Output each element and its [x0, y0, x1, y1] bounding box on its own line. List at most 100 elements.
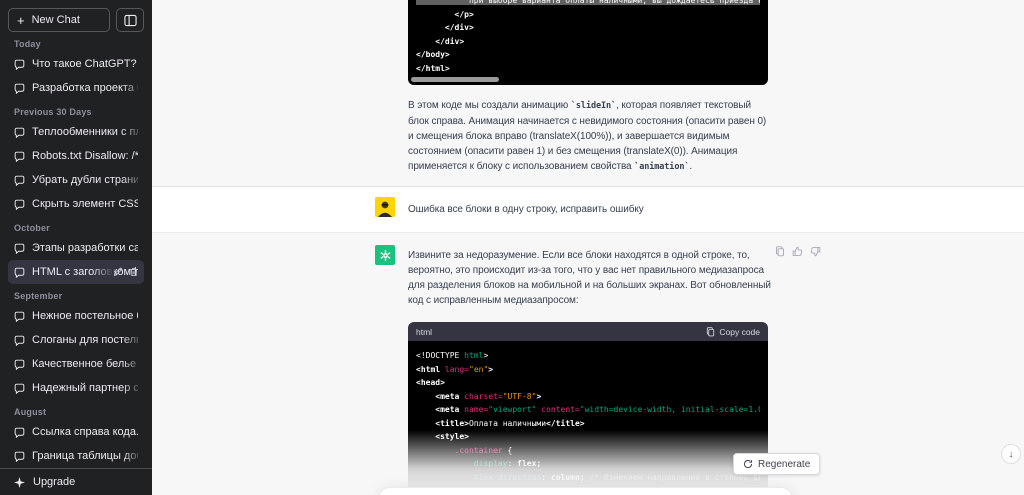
sidebar-history: Today Что такое ChatGPT? Разработка проект…: [8, 32, 144, 468]
user-photo: [375, 197, 395, 217]
sparkle-icon: [14, 476, 25, 488]
user-text: Ошибка все блоки в одну строку, исправит…: [408, 204, 644, 215]
token: name=: [459, 405, 489, 414]
text-fade: [122, 328, 144, 352]
sidebar-item[interactable]: Теплообменники с пластина: [8, 120, 144, 144]
token: `slideIn`: [570, 101, 617, 111]
chatgpt-avatar: [375, 245, 395, 265]
copy-icon[interactable]: [775, 246, 785, 257]
code-line: </p>: [416, 8, 760, 22]
edit-icon[interactable]: [113, 267, 123, 277]
sidebar-item[interactable]: Этапы разработки сайта: [8, 236, 144, 260]
copy-code-button[interactable]: Copy code: [706, 327, 760, 337]
sidebar-item[interactable]: Нежное постельное белье: [8, 304, 144, 328]
code-line: <html lang="en">: [416, 363, 760, 377]
assistant-paragraph-1: В этом коде мы создали анимацию `slideIn…: [408, 98, 774, 175]
text-fade: [122, 168, 144, 192]
text-fade: [122, 376, 144, 400]
sidebar-item[interactable]: Что такое ChatGPT?: [8, 52, 144, 76]
code-line: <!DOCTYPE html>: [416, 349, 760, 363]
copy-code-label: Copy code: [719, 326, 760, 337]
sidebar-item[interactable]: Скрыть элемент CSS: [8, 192, 144, 216]
code-line: <head>: [416, 376, 760, 390]
chat-bubble-icon: [14, 243, 25, 254]
code-line: <meta charset="UTF-8">: [416, 390, 760, 404]
code-line: при выборе варианта оплаты наличными, вы…: [416, 0, 760, 8]
chat-title: Что такое ChatGPT?: [32, 58, 137, 70]
token: Извините за недоразумение. Если все блок…: [408, 250, 771, 306]
section-label: September: [14, 291, 63, 301]
token: "UTF-8": [502, 391, 537, 401]
code-block-header: html Copy code: [408, 322, 768, 341]
sidebar-item[interactable]: Слоганы для постельного бе: [8, 328, 144, 352]
section-label: October: [14, 223, 50, 233]
token: lang=: [440, 364, 469, 374]
chat-bubble-icon: [14, 267, 25, 278]
code-line: </html>: [416, 62, 760, 76]
chat-bubble-icon: [14, 151, 25, 162]
token: `animation`: [634, 162, 690, 172]
token: Оплата наличными: [468, 418, 547, 428]
code-line: </body>: [416, 48, 760, 62]
sidebar-item[interactable]: Разработка проекта uKit Alt: [8, 76, 144, 100]
chat-bubble-icon: [14, 83, 25, 94]
clipboard-icon: [707, 326, 715, 336]
token: </div>: [416, 23, 474, 32]
collapse-sidebar-button[interactable]: [116, 8, 144, 32]
text-fade: [92, 260, 114, 284]
code-lines: при выборе варианта оплаты наличными, вы…: [416, 0, 760, 75]
chat-bubble-icon: [14, 127, 25, 138]
token: charset=: [459, 391, 503, 401]
text-fade: [122, 76, 144, 100]
chat-bubble-icon: [14, 359, 25, 370]
text-fade: [122, 444, 144, 468]
user-message: Ошибка все блоки в одну строку, исправит…: [152, 187, 1024, 233]
code-line: <title>Оплата наличными</title>: [416, 417, 760, 431]
thumbs-down-icon[interactable]: [810, 246, 821, 257]
chat-bubble-icon: [14, 383, 25, 394]
bottom-fade-gradient: [152, 430, 1024, 495]
sidebar-item[interactable]: Ссылка справа кода.: [8, 420, 144, 444]
sidebar-item[interactable]: Robots.txt Disallow: /*q=: [8, 144, 144, 168]
section-label: August: [14, 407, 47, 417]
regenerate-label: Regenerate: [758, 458, 811, 470]
token: при выборе варианта оплаты наличными, вы…: [416, 0, 760, 5]
scroll-to-bottom-button[interactable]: ↓: [1001, 444, 1021, 464]
regenerate-button[interactable]: Regenerate: [733, 453, 821, 475]
token: <html: [416, 364, 441, 374]
user-avatar: [375, 197, 395, 217]
sidebar-item[interactable]: Качественное белье нежно: [8, 352, 144, 376]
trash-icon[interactable]: [129, 267, 139, 277]
chat-title: Скрыть элемент CSS: [32, 198, 138, 210]
sidebar-item[interactable]: HTML с заголовком h: [8, 260, 144, 284]
item-actions: [113, 260, 139, 284]
token: </p>: [416, 9, 474, 19]
token: В этом коде мы создали анимацию: [408, 100, 571, 111]
chat-title: Нежное постельное белье: [32, 310, 138, 322]
token: </body>: [416, 50, 450, 59]
token: html: [464, 351, 484, 360]
sidebar-panel-icon: [123, 14, 137, 26]
token: <head>: [416, 378, 445, 387]
token: </title>: [546, 418, 585, 428]
code-language-label: html: [416, 326, 433, 337]
thumbs-up-icon[interactable]: [792, 246, 803, 257]
chat-bubble-icon: [14, 451, 25, 462]
sidebar-top-row: + New Chat: [8, 8, 144, 32]
upgrade-row[interactable]: Upgrade: [0, 468, 152, 495]
new-chat-button[interactable]: + New Chat: [8, 8, 110, 32]
chat-input[interactable]: [378, 487, 793, 495]
token: "viewport": [488, 405, 537, 414]
chat-bubble-icon: [14, 335, 25, 346]
horizontal-scrollbar[interactable]: [411, 77, 499, 82]
sidebar-item[interactable]: Надежный партнер сайтов: [8, 376, 144, 400]
token: <!DOCTYPE: [416, 351, 465, 360]
chat-bubble-icon: [14, 175, 25, 186]
assistant-message-2: Извините за недоразумение. Если все блок…: [152, 233, 1024, 495]
chat-bubble-icon: [14, 59, 25, 70]
sidebar-item[interactable]: Граница таблицы добавлен: [8, 444, 144, 468]
token: .: [689, 161, 693, 172]
sidebar-item[interactable]: Убрать дубли страниц пагин: [8, 168, 144, 192]
code-line: <meta name="viewport" content="width=dev…: [416, 403, 760, 417]
chat-title: Этапы разработки сайта: [32, 242, 138, 254]
